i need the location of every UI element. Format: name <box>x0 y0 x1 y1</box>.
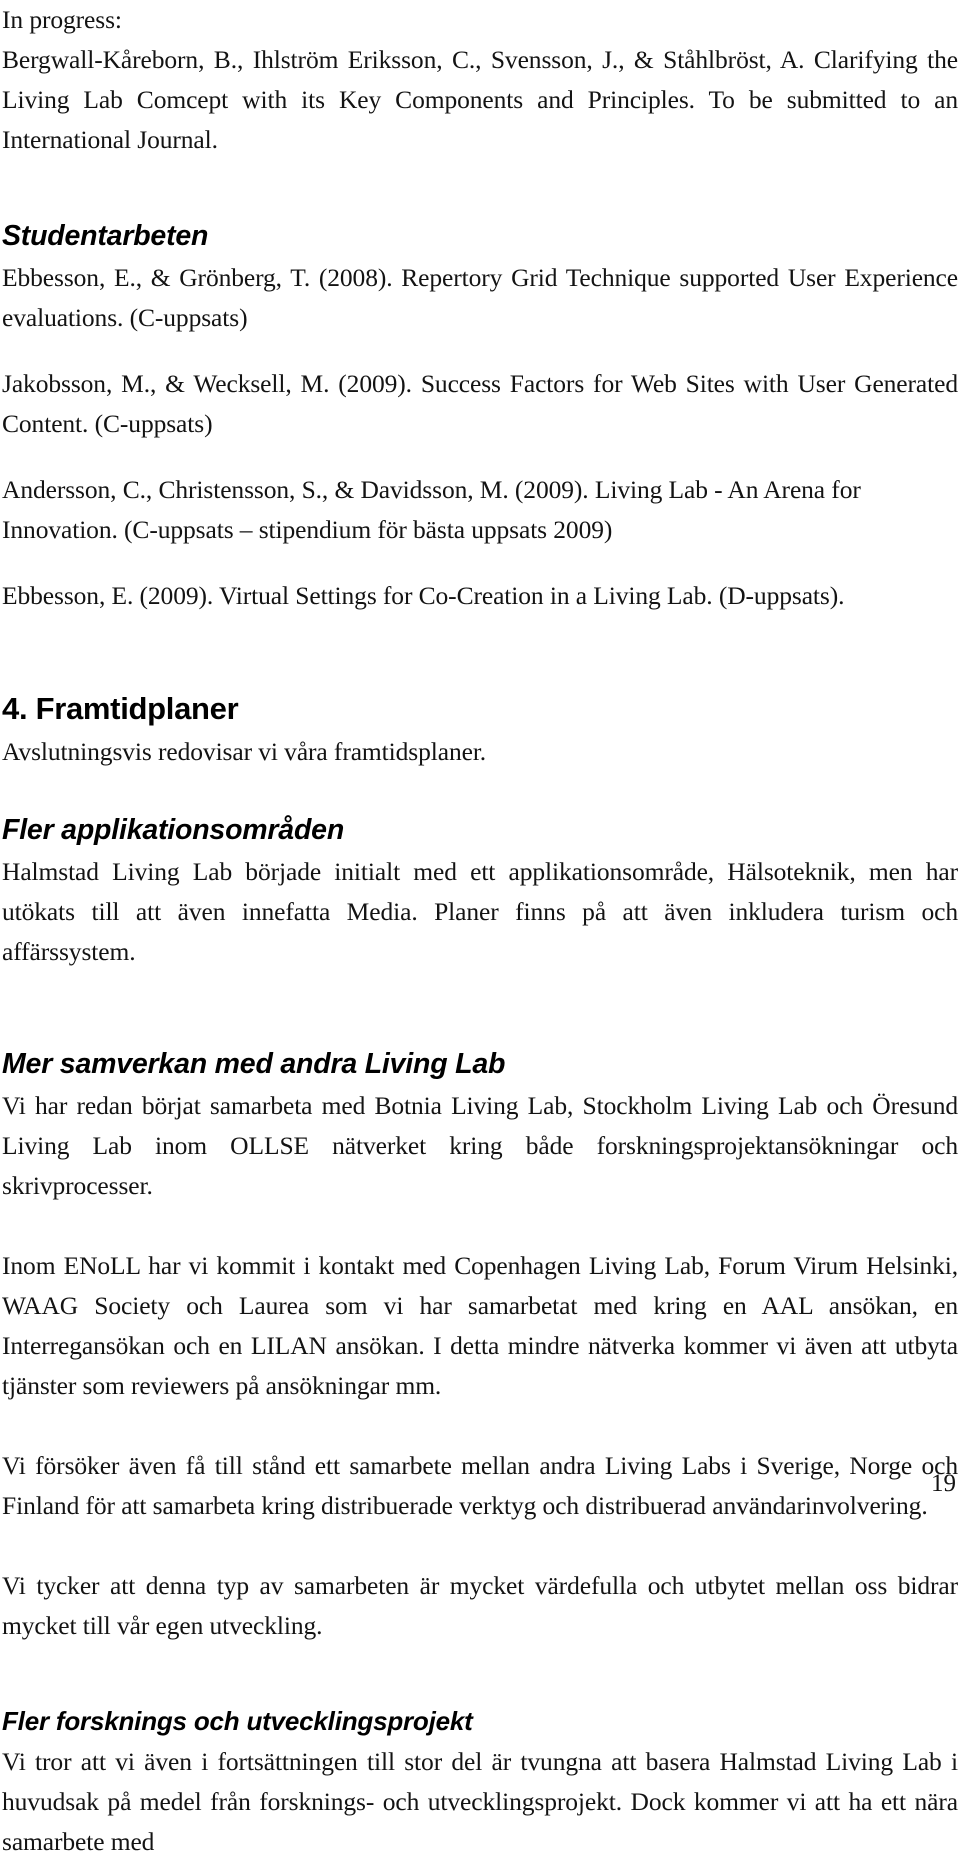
page-number: 19 <box>931 1470 956 1497</box>
fler-forsknings-paragraph-1: Vi tror att vi även i fortsättningen til… <box>2 1747 958 1856</box>
heading-studentarbeten: Studentarbeten <box>2 220 209 252</box>
in-progress-reference: Bergwall-Kåreborn, B., Ihlström Eriksson… <box>2 45 958 154</box>
framtidplaner-intro: Avslutningsvis redovisar vi våra framtid… <box>2 737 487 766</box>
student-reference-1: Ebbesson, E., & Grönberg, T. (2008). Rep… <box>2 263 958 332</box>
fler-applikationsomraden-paragraph-1: Halmstad Living Lab började initialt med… <box>2 857 958 966</box>
heading-fler-forsknings-utvecklingsprojekt: Fler forsknings och utvecklingsprojekt <box>2 1706 473 1736</box>
heading-framtidplaner: 4. Framtidplaner <box>2 691 239 726</box>
mer-samverkan-paragraph-1: Vi har redan börjat samarbeta med Botnia… <box>2 1091 958 1200</box>
mer-samverkan-paragraph-3: Vi försöker även få till stånd ett samar… <box>2 1451 958 1520</box>
in-progress-label: In progress: <box>2 5 122 34</box>
mer-samverkan-paragraph-4: Vi tycker att denna typ av samarbeten är… <box>2 1571 958 1640</box>
heading-mer-samverkan: Mer samverkan med andra Living Lab <box>2 1048 506 1080</box>
document-page: In progress: Bergwall-Kåreborn, B., Ihls… <box>0 0 960 1856</box>
student-reference-2: Jakobsson, M., & Wecksell, M. (2009). Su… <box>2 369 958 438</box>
mer-samverkan-paragraph-2: Inom ENoLL har vi kommit i kontakt med C… <box>2 1251 958 1400</box>
heading-fler-applikationsomraden: Fler applikationsområden <box>2 814 345 846</box>
student-reference-4: Ebbesson, E. (2009). Virtual Settings fo… <box>2 581 845 610</box>
student-reference-3: Andersson, C., Christensson, S., & David… <box>2 475 861 544</box>
